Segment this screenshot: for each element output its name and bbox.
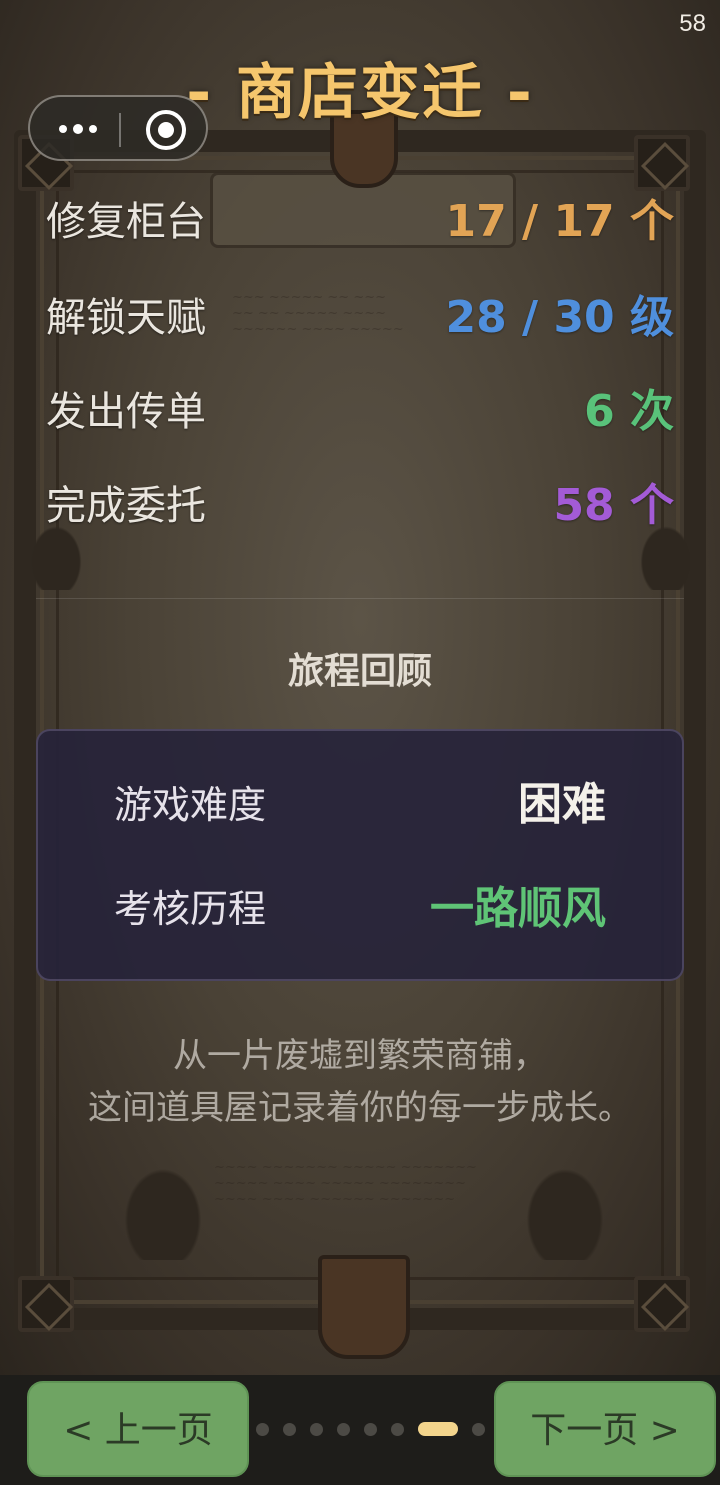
review-label: 游戏难度	[114, 783, 267, 827]
stat-row-talents: 解锁天赋 28 / 30 级	[46, 288, 674, 348]
summary-line: 从一片废墟到繁荣商铺，	[173, 1036, 547, 1076]
stat-value: 17 / 17 个	[445, 196, 675, 247]
celtic-knot-icon	[18, 1276, 74, 1332]
stat-label: 修复柜台	[46, 199, 206, 245]
stat-value: 28 / 30 级	[445, 292, 675, 343]
section-divider	[36, 598, 684, 599]
stat-label: 发出传单	[46, 389, 206, 435]
review-value: 困难	[518, 779, 606, 830]
stat-label: 完成委托	[46, 483, 206, 529]
more-dots-icon[interactable]	[52, 119, 104, 139]
section-title: 旅程回顾	[287, 651, 432, 692]
stat-label: 解锁天赋	[46, 295, 206, 341]
griffin-icon	[520, 1160, 610, 1260]
stat-value: 6 次	[584, 386, 674, 437]
page-dot	[283, 1422, 296, 1436]
stat-value: 58 个	[553, 480, 674, 531]
shield-icon	[318, 1255, 410, 1359]
page-indicator	[256, 1421, 512, 1437]
parchment-decoration: ~~~~ ~~~~~~~ ~~~~~ ~~~~~~~ ~~~~~ ~~~~ ~~…	[214, 1160, 477, 1207]
page-dot	[472, 1422, 485, 1436]
page-dot	[364, 1422, 377, 1436]
fps-counter: 58	[679, 10, 706, 37]
review-row-difficulty: 游戏难度 困难	[114, 775, 606, 835]
review-panel: 游戏难度 困难 考核历程 一路顺风	[36, 729, 684, 981]
page-dot	[256, 1422, 269, 1436]
celtic-cross-icon	[634, 135, 690, 191]
review-label: 考核历程	[114, 887, 267, 931]
celtic-cross-icon	[634, 1276, 690, 1332]
summary-line: 这间道具屋记录着你的每一步成长。	[88, 1088, 632, 1128]
review-value: 一路顺风	[430, 883, 606, 934]
page-dot	[310, 1422, 323, 1436]
review-row-assessment: 考核历程 一路顺风	[114, 879, 606, 939]
page-dot	[391, 1422, 404, 1436]
next-page-button[interactable]: 下一页 >	[494, 1381, 716, 1477]
summary-text: 从一片废墟到繁荣商铺， 这间道具屋记录着你的每一步成长。	[0, 1030, 720, 1134]
stat-row-commissions: 完成委托 58 个	[46, 476, 674, 536]
stat-row-counters: 修复柜台 17 / 17 个	[46, 192, 674, 252]
griffin-icon	[118, 1160, 208, 1260]
close-target-icon[interactable]	[146, 110, 186, 150]
page-dot-active	[418, 1422, 458, 1436]
page-dot	[337, 1422, 350, 1436]
mini-program-capsule	[28, 95, 208, 161]
prev-page-button[interactable]: < 上一页	[27, 1381, 249, 1477]
stat-row-flyers: 发出传单 6 次	[46, 382, 674, 442]
capsule-divider	[119, 113, 121, 147]
